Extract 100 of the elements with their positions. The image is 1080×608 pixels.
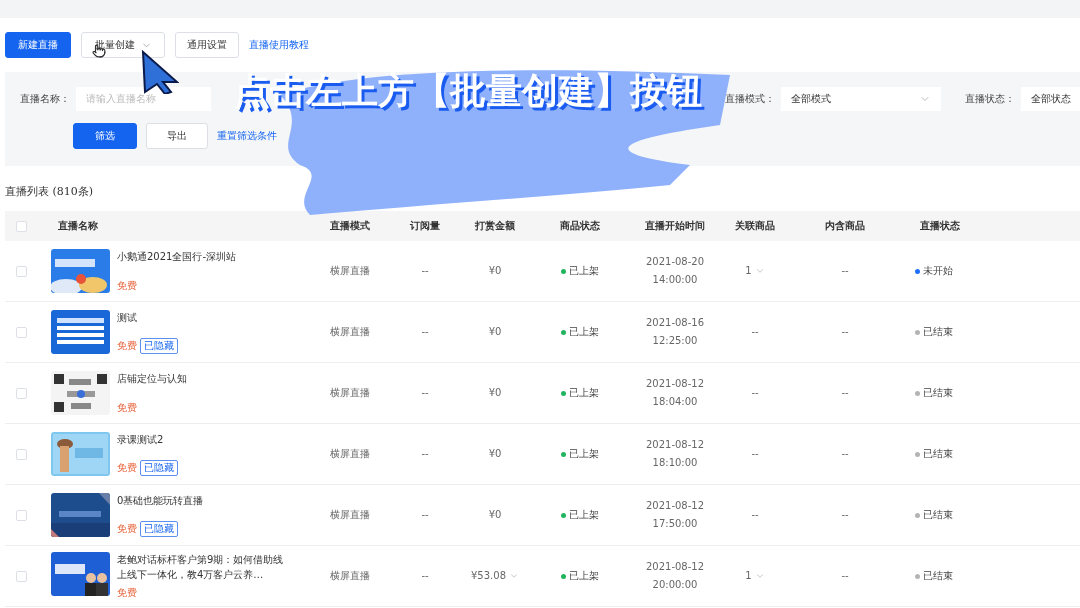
table-cell-text: 横屏直播 xyxy=(329,325,371,339)
table-cell-text: -- xyxy=(420,386,430,400)
table-cell-text: -- xyxy=(420,508,430,522)
row-checkbox[interactable] xyxy=(15,448,27,460)
select-all-checkbox[interactable] xyxy=(15,220,27,232)
table-cell-text: 18:04:00 xyxy=(652,395,698,409)
table-cell-text: 2021-08-16 xyxy=(645,316,705,330)
table-cell-text: 已上架 xyxy=(569,386,599,400)
table-cell-text: -- xyxy=(840,386,850,400)
table-cell-text: -- xyxy=(840,264,850,278)
hidden-tag: 已隐藏 xyxy=(140,338,178,354)
table-cell-text: 20:00:00 xyxy=(652,578,698,592)
new-live-button[interactable]: 新建直播 xyxy=(5,32,71,58)
price-label: 免费 xyxy=(117,522,137,536)
table-cell-text: 已结束 xyxy=(923,386,953,400)
hidden-tag: 已隐藏 xyxy=(140,460,178,476)
row-checkbox[interactable] xyxy=(15,265,27,277)
table-cell-text: ¥0 xyxy=(488,325,502,339)
select-field[interactable]: 全部状态 xyxy=(1021,87,1080,111)
table-cell-text: -- xyxy=(420,325,430,339)
table-cell-text: 已结束 xyxy=(923,447,953,461)
row-checkbox[interactable] xyxy=(15,509,27,521)
reset-filter-link[interactable]: 重置筛选条件 xyxy=(217,129,277,143)
table-cell-text: 已上架 xyxy=(569,569,599,583)
table-cell-text: 2021-08-12 xyxy=(645,438,705,452)
live-title[interactable]: 老鲍对话标杆客户第9期：如何借助线上线下一体化，教4万客户云养… xyxy=(117,552,287,582)
table-cell-text: ¥53.08 xyxy=(471,569,506,583)
table-cell-text: -- xyxy=(751,386,759,400)
table-cell-text: 已上架 xyxy=(569,325,599,339)
table-cell-text: 已上架 xyxy=(569,447,599,461)
table-cell-text: -- xyxy=(420,569,430,583)
table-cell-text: 横屏直播 xyxy=(329,508,371,522)
live-title[interactable]: 小鹅通2021全国行-深圳站 xyxy=(117,249,287,264)
column-header: 直播模式 xyxy=(329,219,371,233)
table-cell-text: 12:25:00 xyxy=(652,334,698,348)
table-cell-text: 横屏直播 xyxy=(329,447,371,461)
column-header: 直播开始时间 xyxy=(644,219,706,233)
row-checkbox[interactable] xyxy=(15,570,27,582)
table-cell-text: 已上架 xyxy=(569,508,599,522)
row-checkbox[interactable] xyxy=(15,326,27,338)
table-cell-text: ¥0 xyxy=(488,264,502,278)
price-label: 免费 xyxy=(117,339,137,353)
batch-create-button[interactable]: 批量创建 xyxy=(81,32,165,58)
table-cell-text: 已上架 xyxy=(569,264,599,278)
table-cell-text: 2021-08-12 xyxy=(645,560,705,574)
price-label: 免费 xyxy=(117,461,137,475)
table-cell-text: -- xyxy=(751,508,759,522)
table-cell-text: 18:10:00 xyxy=(652,456,698,470)
export-button[interactable]: 导出 xyxy=(146,123,208,149)
live-title[interactable]: 0基础也能玩转直播 xyxy=(117,493,287,508)
filter-label: 直播模式： xyxy=(725,92,775,106)
table-cell-text: ¥0 xyxy=(488,447,502,461)
cursor-icon xyxy=(141,50,179,94)
table-cell-text: 1 xyxy=(745,569,752,583)
column-header: 订阅量 xyxy=(409,219,441,233)
table-cell-text: 2021-08-20 xyxy=(645,255,705,269)
table-cell-text: -- xyxy=(840,508,850,522)
table-cell-text: 已结束 xyxy=(923,508,953,522)
table-cell-text: 2021-08-12 xyxy=(645,377,705,391)
table-cell-text: 未开始 xyxy=(923,264,953,278)
table-cell-text: 14:00:00 xyxy=(652,273,698,287)
tutorial-link[interactable]: 直播使用教程 xyxy=(249,38,309,52)
table-cell-text: 1 xyxy=(745,264,752,278)
chevron-down-icon[interactable] xyxy=(754,571,765,581)
live-title[interactable]: 录课测试2 xyxy=(117,432,287,447)
live-title[interactable]: 测试 xyxy=(117,310,287,325)
table-cell-text: 横屏直播 xyxy=(329,386,371,400)
live-title[interactable]: 店铺定位与认知 xyxy=(117,371,287,386)
table-cell-text: ¥0 xyxy=(488,386,502,400)
table-cell-text: ¥0 xyxy=(488,508,502,522)
settings-button[interactable]: 通用设置 xyxy=(175,32,239,58)
table-cell-text: 17:50:00 xyxy=(652,517,698,531)
column-header: 关联商品 xyxy=(734,219,776,233)
table-cell-text: -- xyxy=(840,325,850,339)
table-cell-text: -- xyxy=(751,447,759,461)
column-header: 直播状态 xyxy=(919,219,961,233)
table-cell-text: -- xyxy=(840,569,850,583)
chevron-down-icon[interactable] xyxy=(509,571,519,581)
table-cell-text: 横屏直播 xyxy=(329,264,371,278)
hidden-tag: 已隐藏 xyxy=(140,521,178,537)
column-header: 商品状态 xyxy=(559,219,601,233)
table-cell-text: 2021-08-12 xyxy=(645,499,705,513)
table-cell-text: 横屏直播 xyxy=(329,569,371,583)
filter-label: 直播名称： xyxy=(20,92,70,106)
price-label: 免费 xyxy=(117,279,137,293)
chevron-down-icon[interactable] xyxy=(754,266,765,276)
column-header: 打赏金额 xyxy=(474,219,516,233)
table-cell-text: 已结束 xyxy=(923,569,953,583)
table-cell-text: 已结束 xyxy=(923,325,953,339)
column-header: 直播名称 xyxy=(57,219,99,233)
row-checkbox[interactable] xyxy=(15,387,27,399)
table-cell-text: -- xyxy=(751,325,759,339)
filter-button[interactable]: 筛选 xyxy=(73,123,137,149)
column-header: 内含商品 xyxy=(824,219,866,233)
price-label: 免费 xyxy=(117,401,137,415)
select-field[interactable]: 全部模式 xyxy=(781,87,941,111)
table-cell-text: -- xyxy=(840,447,850,461)
table-cell-text: -- xyxy=(420,447,430,461)
table-cell-text: -- xyxy=(420,264,430,278)
price-label: 免费 xyxy=(117,586,137,600)
